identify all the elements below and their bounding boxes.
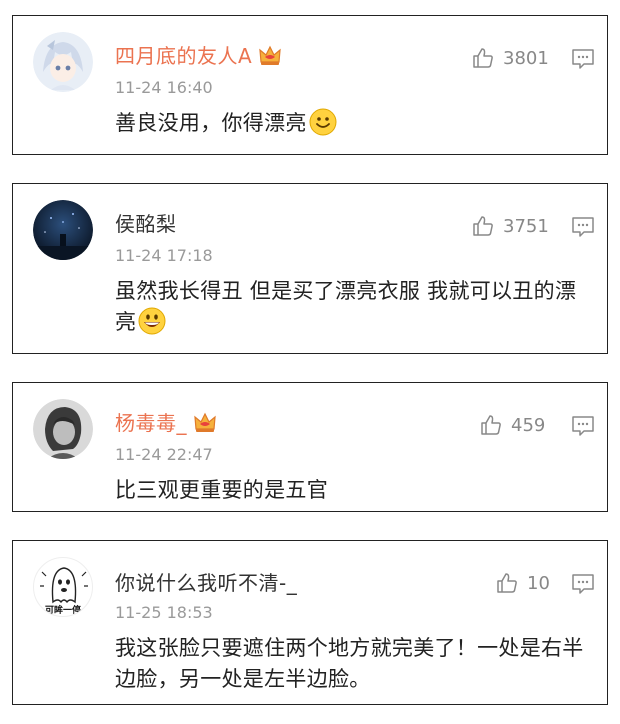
comment-icon — [572, 416, 594, 436]
comment-text: 比三观更重要的是五官 — [115, 478, 328, 502]
username[interactable]: 侯酩梨 — [115, 208, 177, 237]
reply-button[interactable] — [571, 415, 595, 437]
smile-emoji-icon — [309, 108, 337, 136]
like-count: 3801 — [503, 47, 549, 69]
comment-icon — [572, 574, 594, 594]
username[interactable]: 你说什么我听不清-_ — [115, 567, 297, 596]
username-text[interactable]: 杨毒毒_ — [115, 411, 187, 435]
comment-text: 虽然我长得丑 但是买了漂亮衣服 我就可以丑的漂亮 — [115, 276, 595, 338]
comment-time: 11-24 22:47 — [115, 445, 213, 464]
vip-crown-icon — [193, 411, 217, 433]
avatar[interactable]: 可眸一停 — [33, 557, 93, 617]
avatar[interactable] — [33, 32, 93, 92]
vip-crown-icon — [258, 44, 282, 66]
reply-button[interactable] — [571, 216, 595, 238]
thumb-up-icon — [473, 48, 493, 68]
username-text[interactable]: 侯酩梨 — [115, 212, 177, 236]
thumb-up-icon — [473, 216, 493, 236]
comment-card: 杨毒毒_ 11-24 22:47 比三观更重要的是五官 459 — [12, 382, 608, 512]
comment-text-content: 虽然我长得丑 但是买了漂亮衣服 我就可以丑的漂亮 — [115, 279, 577, 334]
like-count: 459 — [511, 414, 546, 436]
username-text[interactable]: 你说什么我听不清-_ — [115, 571, 297, 595]
like-count: 10 — [527, 572, 550, 594]
thumb-up-icon — [497, 573, 517, 593]
thumb-up-icon — [481, 415, 501, 435]
comment-card: 四月底的友人A 11-24 16:40 善良没用，你得漂亮 3801 — [12, 15, 608, 155]
reply-button[interactable] — [571, 48, 595, 70]
avatar[interactable] — [33, 200, 93, 260]
like-button[interactable]: 10 — [495, 571, 550, 595]
reply-button[interactable] — [571, 573, 595, 595]
avatar[interactable] — [33, 399, 93, 459]
comment-icon — [572, 49, 594, 69]
comment-time: 11-24 17:18 — [115, 246, 213, 265]
like-button[interactable]: 459 — [479, 413, 545, 437]
username[interactable]: 杨毒毒_ — [115, 407, 217, 436]
comment-text: 我这张脸只要遮住两个地方就完美了！一处是右半边脸，另一处是左半边脸。 — [115, 636, 584, 691]
grin-emoji-icon — [138, 307, 166, 335]
comment-text-content: 善良没用，你得漂亮 — [115, 111, 307, 135]
comment-text: 善良没用，你得漂亮 — [115, 108, 595, 139]
like-button[interactable]: 3751 — [471, 214, 549, 238]
comment-icon — [572, 217, 594, 237]
comment-card: 侯酩梨 11-24 17:18 虽然我长得丑 但是买了漂亮衣服 我就可以丑的漂亮… — [12, 183, 608, 354]
username-text[interactable]: 四月底的友人A — [115, 44, 252, 68]
comment-card: 可眸一停 你说什么我听不清-_ 11-25 18:53 我这张脸只要遮住两个地方… — [12, 540, 608, 705]
avatar-caption: 可眸一停 — [44, 606, 81, 616]
like-count: 3751 — [503, 215, 549, 237]
username[interactable]: 四月底的友人A — [115, 40, 282, 69]
like-button[interactable]: 3801 — [471, 46, 549, 70]
comment-time: 11-25 18:53 — [115, 603, 213, 622]
comment-time: 11-24 16:40 — [115, 78, 213, 97]
